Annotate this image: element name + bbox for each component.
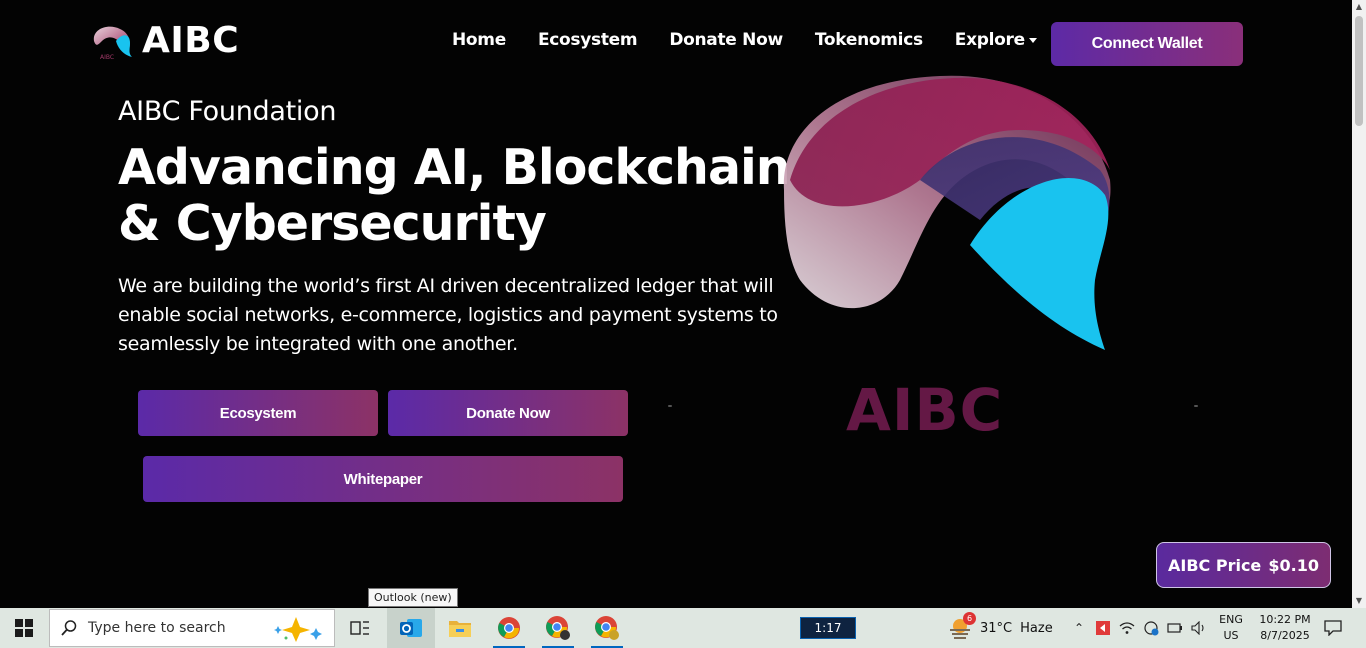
network-icon[interactable] [1142,619,1160,637]
taskbar-chrome-profile[interactable] [534,608,582,648]
windows-icon [15,619,33,637]
nav-explore[interactable]: Explore [955,30,1037,50]
notification-icon [1324,620,1342,636]
logo-text: AIBC [142,20,240,61]
hero-logo-graphic [783,75,1111,350]
caret-down-icon [1028,37,1037,43]
scroll-down-icon[interactable]: ▼ [1352,594,1366,608]
whitepaper-button[interactable]: Whitepaper [143,456,623,502]
speaker-icon[interactable] [1190,619,1208,637]
nav-tokenomics[interactable]: Tokenomics [815,30,923,50]
taskbar-chrome-profile-2[interactable] [583,608,631,648]
site-logo[interactable]: AIBC AIBC [90,20,239,61]
taskbar-outlook[interactable] [387,608,435,648]
battery-icon[interactable] [1166,619,1184,637]
weather-condition: Haze [1020,620,1053,636]
language-indicator[interactable]: ENG US [1214,612,1248,644]
outlook-icon [400,619,422,637]
chrome-profile-2-icon [595,616,619,640]
scroll-up-icon[interactable]: ▲ [1352,0,1366,14]
file-explorer-icon [449,621,471,637]
hero-art-text: AIBC [846,376,1004,444]
nav-home[interactable]: Home [452,30,506,50]
taskbar-tooltip: Outlook (new) [368,588,458,607]
notification-button[interactable] [1318,608,1348,648]
chevron-up-icon[interactable]: ⌃ [1070,619,1088,637]
aibc-price-badge[interactable]: AIBC Price $0.10 [1156,542,1331,588]
hero-headline: Advancing AI, Blockchain & Cybersecurity [118,139,791,252]
start-button[interactable] [0,608,48,648]
nav-explore-label: Explore [954,30,1025,50]
system-clock[interactable]: 10:22 PM 8/7/2025 [1252,612,1318,644]
taskbar-search-box[interactable]: Type here to search [49,609,335,647]
scrollbar-thumb[interactable] [1355,16,1363,126]
hero-kicker: AIBC Foundation [118,96,337,127]
app-tray-icon[interactable] [1094,619,1112,637]
hero-description: We are building the world’s first AI dri… [118,275,778,355]
decor-dot [668,405,672,407]
chrome-profile-icon [546,616,570,640]
lang-line2: US [1223,629,1239,642]
clock-date: 8/7/2025 [1260,629,1310,642]
connect-wallet-button[interactable]: Connect Wallet [1051,22,1243,66]
lang-line1: ENG [1219,613,1243,626]
task-view-icon [350,621,369,635]
haze-icon: 6 [946,612,976,642]
donate-now-button[interactable]: Donate Now [388,390,628,436]
main-nav: Home Ecosystem Donate Now Tokenomics Exp… [452,30,1037,50]
ecosystem-button[interactable]: Ecosystem [138,390,378,436]
recording-timer[interactable]: 1:17 [800,617,856,639]
system-tray: ⌃ [1070,608,1208,648]
copilot-icon[interactable] [266,614,328,644]
task-view-button[interactable] [336,608,384,648]
search-placeholder: Type here to search [88,620,226,636]
weather-temp: 31°C [980,620,1013,636]
svg-text:AIBC: AIBC [100,54,114,61]
taskbar-chrome[interactable] [485,608,533,648]
weather-widget[interactable]: 6 31°C Haze [946,608,1053,648]
aibc-logo-icon: AIBC [93,26,132,61]
weather-badge: 6 [963,612,976,625]
chrome-icon [498,617,520,639]
browser-viewport: AIBC AIBC Home Ecosystem Donate Now Toke… [0,0,1352,608]
price-value: $0.10 [1268,555,1319,575]
wifi-icon[interactable] [1118,619,1136,637]
clock-time: 10:22 PM [1259,613,1311,626]
nav-ecosystem[interactable]: Ecosystem [538,30,638,50]
taskbar-file-explorer[interactable] [436,608,484,648]
decor-dot [1194,405,1198,407]
price-label: AIBC Price [1168,555,1262,575]
windows-taskbar: Type here to search 1:17 6 31°C Haze ⌃ E… [0,608,1366,648]
page-scrollbar[interactable]: ▲ ▼ [1352,0,1366,608]
nav-donate-now[interactable]: Donate Now [669,30,783,50]
search-icon [61,620,77,636]
